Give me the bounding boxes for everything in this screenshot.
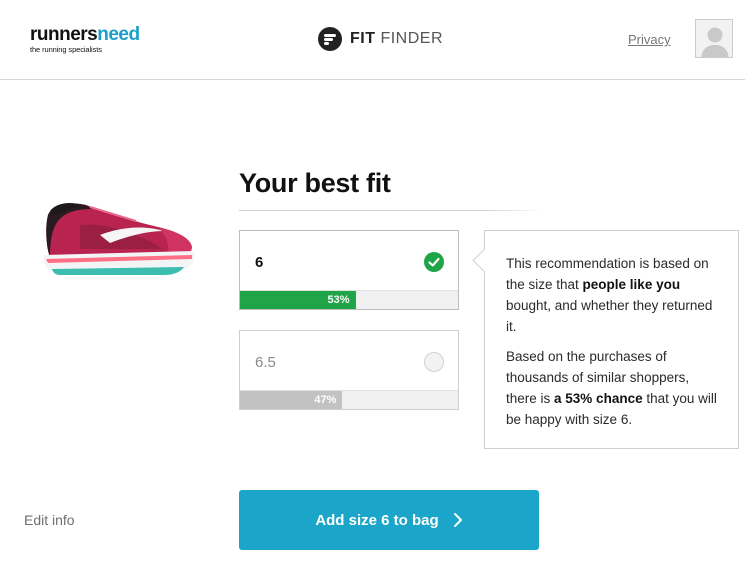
probability-label: 47% (314, 394, 337, 406)
fit-finder-wordmark: FIT FINDER (350, 30, 443, 48)
add-to-bag-label: Add size 6 to bag (315, 511, 439, 529)
chevron-right-icon (453, 513, 462, 527)
radio-empty-icon[interactable] (424, 352, 444, 372)
probability-fill: 47% (240, 391, 343, 409)
user-avatar-icon[interactable] (695, 19, 733, 58)
running-shoe-icon (43, 203, 195, 275)
size-option-selected[interactable]: 6 53% (239, 230, 459, 310)
info-paragraph-1: This recommendation is based on the size… (506, 256, 713, 334)
brand-tagline: the running specialists (30, 45, 102, 54)
probability-fill: 53% (240, 291, 356, 309)
finder-label: FINDER (380, 30, 444, 47)
brand-logo[interactable]: runnersneed the running specialists (30, 25, 140, 54)
info-paragraph-2: Based on the purchases of thousands of s… (506, 349, 717, 427)
edit-info-link[interactable]: Edit info (24, 512, 75, 528)
privacy-link[interactable]: Privacy (628, 32, 671, 47)
brand-name-part1: runners (30, 24, 98, 45)
product-image (40, 165, 195, 315)
size-label: 6 (255, 254, 264, 271)
brand-name: runnersneed (30, 25, 140, 44)
page-title: Your best fit (239, 168, 391, 198)
probability-bar: 53% (240, 290, 458, 309)
fit-finder-logo-icon (318, 27, 342, 51)
probability-label: 53% (327, 294, 350, 306)
add-to-bag-button[interactable]: Add size 6 to bag (239, 490, 539, 550)
fit-finder-logo: FIT FINDER (318, 27, 443, 51)
size-option-alternate[interactable]: 6.5 47% (239, 330, 459, 410)
header: runnersneed the running specialists FIT … (0, 0, 745, 80)
fit-label: FIT (350, 30, 376, 47)
recommendation-info-box: This recommendation is based on the size… (484, 230, 739, 449)
size-label: 6.5 (255, 354, 276, 371)
probability-bar: 47% (240, 390, 458, 409)
brand-name-part2: need (97, 24, 140, 45)
title-divider (239, 210, 544, 211)
checkmark-icon (424, 252, 444, 272)
